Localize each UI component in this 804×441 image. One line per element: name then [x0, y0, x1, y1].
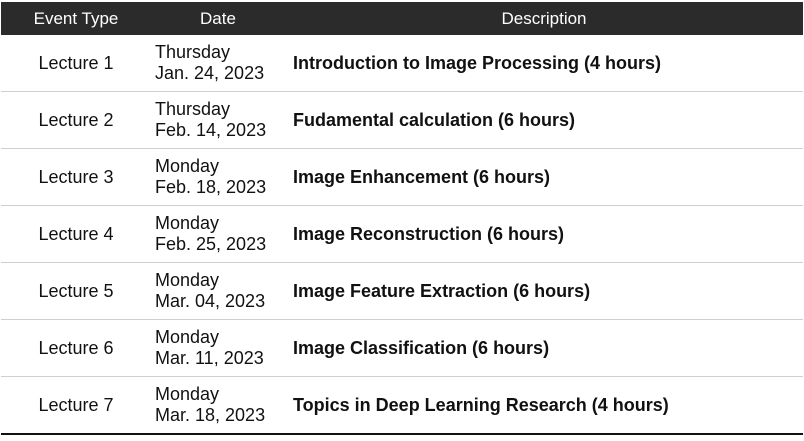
description-cell: Topics in Deep Learning Research (4 hour…: [293, 394, 669, 415]
date-value: Mar. 18, 2023: [155, 405, 266, 425]
table-row: Lecture 5 Monday Mar. 04, 2023 Image Fea…: [1, 263, 803, 320]
date-cell: Thursday Feb. 14, 2023: [151, 99, 285, 141]
date-day: Thursday: [155, 99, 231, 119]
description-cell: Image Feature Extraction (6 hours): [293, 280, 591, 301]
date-value: Feb. 18, 2023: [155, 177, 267, 197]
description-cell: Introduction to Image Processing (4 hour…: [293, 52, 662, 73]
date-value: Mar. 04, 2023: [155, 291, 266, 311]
event-type-cell: Lecture 5: [38, 280, 114, 301]
table-row: Lecture 6 Monday Mar. 11, 2023 Image Cla…: [1, 320, 803, 377]
header-date: Date: [200, 8, 236, 28]
header-description: Description: [501, 8, 587, 28]
date-cell: Monday Mar. 04, 2023: [151, 270, 285, 312]
table-row: Lecture 1 Thursday Jan. 24, 2023 Introdu…: [1, 35, 803, 92]
schedule-table: Event Type Date Description Lecture 1 Th…: [1, 2, 803, 435]
header-event-type: Event Type: [33, 8, 119, 28]
event-type-cell: Lecture 1: [38, 52, 114, 73]
table-row: Lecture 2 Thursday Feb. 14, 2023 Fudamen…: [1, 92, 803, 149]
date-day: Monday: [155, 213, 220, 233]
date-cell: Monday Feb. 18, 2023: [151, 156, 285, 198]
date-day: Monday: [155, 156, 220, 176]
event-type-cell: Lecture 6: [38, 337, 114, 358]
date-value: Feb. 25, 2023: [155, 234, 267, 254]
date-day: Monday: [155, 270, 220, 290]
event-type-cell: Lecture 4: [38, 223, 114, 244]
event-type-cell: Lecture 2: [38, 109, 114, 130]
date-cell: Monday Mar. 11, 2023: [151, 327, 285, 369]
date-value: Mar. 11, 2023: [155, 348, 264, 368]
date-day: Monday: [155, 327, 220, 347]
table-row: Lecture 4 Monday Feb. 25, 2023 Image Rec…: [1, 206, 803, 263]
date-cell: Thursday Jan. 24, 2023: [151, 42, 285, 84]
date-day: Monday: [155, 384, 220, 404]
date-cell: Monday Mar. 18, 2023: [151, 384, 285, 426]
event-type-cell: Lecture 7: [38, 394, 114, 415]
table-row: Lecture 7 Monday Mar. 18, 2023 Topics in…: [1, 377, 803, 435]
description-cell: Image Reconstruction (6 hours): [293, 223, 565, 244]
date-value: Feb. 14, 2023: [155, 120, 267, 140]
table-header: Event Type Date Description: [1, 2, 803, 35]
table-row: Lecture 3 Monday Feb. 18, 2023 Image Enh…: [1, 149, 803, 206]
date-cell: Monday Feb. 25, 2023: [151, 213, 285, 255]
description-cell: Image Classification (6 hours): [293, 337, 550, 358]
description-cell: Fudamental calculation (6 hours): [293, 109, 576, 130]
description-cell: Image Enhancement (6 hours): [293, 166, 551, 187]
date-value: Jan. 24, 2023: [155, 63, 265, 83]
event-type-cell: Lecture 3: [38, 166, 114, 187]
date-day: Thursday: [155, 42, 231, 62]
